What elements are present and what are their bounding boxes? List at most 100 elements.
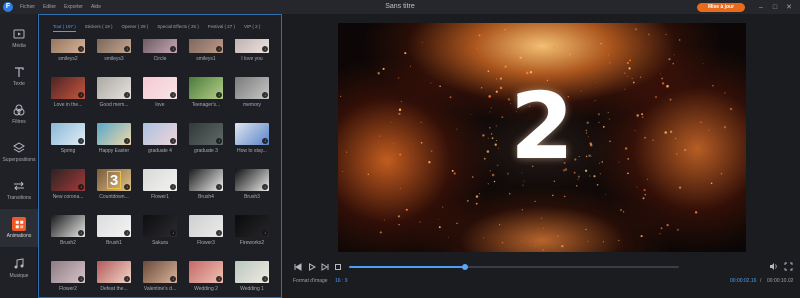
download-icon[interactable]: ↓ [216,276,222,282]
download-icon[interactable]: ↓ [216,138,222,144]
play-button[interactable] [307,262,316,271]
download-icon[interactable]: ↓ [124,46,130,52]
window-controls: – □ ✕ [754,0,796,14]
menu-help[interactable]: Aide [91,4,101,10]
animation-thumbnail[interactable]: ↓ Teenager's... [189,77,223,113]
animation-thumbnail[interactable]: ↓ Good mem... [97,77,131,113]
download-icon[interactable]: ↓ [78,92,84,98]
spark-particle [558,31,560,33]
menu-file[interactable]: Fichier [20,4,35,10]
animation-thumbnail[interactable]: ↓ Brush1 [97,215,131,251]
thumbnail-label: Fireworks2 [239,240,265,246]
animation-thumbnail[interactable]: ↓ smileys1 [189,39,223,67]
animation-thumbnail[interactable]: ↓ Spring [51,123,85,159]
download-icon[interactable]: ↓ [78,46,84,52]
aspect-ratio-select[interactable]: 16 : 9 [335,278,348,284]
animation-thumbnail[interactable]: ↓ Flower1 [143,169,177,205]
sidebar-item-overlays[interactable]: Superpositions [0,133,38,171]
tab-opener[interactable]: Opener ( 29 ) [122,24,149,32]
download-icon[interactable]: ↓ [78,138,84,144]
spark-particle [660,227,663,230]
animation-thumbnail[interactable]: ↓ Wedding 2 [189,261,223,297]
download-icon[interactable]: ↓ [170,138,176,144]
maximize-icon[interactable]: □ [768,4,782,11]
download-icon[interactable]: ↓ [124,92,130,98]
download-icon[interactable]: ↓ [124,138,130,144]
download-icon[interactable]: ↓ [170,92,176,98]
next-frame-button[interactable] [320,262,329,271]
animation-thumbnail[interactable]: ↓ Happy Easter [97,123,131,159]
animation-thumbnail[interactable]: ↓ smileys3 [97,39,131,67]
animation-thumbnail[interactable]: 3 ↓ Countdown... [97,169,131,205]
animation-thumbnail[interactable]: ↓ How to stay... [235,123,269,159]
animation-thumbnail[interactable]: ↓ Sakura [143,215,177,251]
animation-thumbnail[interactable]: ↓ love [143,77,177,113]
spark-particle [644,193,647,196]
download-icon[interactable]: ↓ [262,276,268,282]
animation-thumbnail[interactable]: ↓ Brush2 [51,215,85,251]
spark-particle [557,235,559,237]
animation-thumbnail[interactable]: ↓ Circle [143,39,177,67]
animation-thumbnail[interactable]: ↓ smileys2 [51,39,85,67]
animation-thumbnail[interactable]: ↓ I love you [235,39,269,67]
download-icon[interactable]: ↓ [262,184,268,190]
download-icon[interactable]: ↓ [170,184,176,190]
fullscreen-button[interactable] [784,262,793,271]
download-icon[interactable]: ↓ [124,276,130,282]
video-preview[interactable]: 2 [338,23,746,252]
download-icon[interactable]: ↓ [216,92,222,98]
download-icon[interactable]: ↓ [216,46,222,52]
close-icon[interactable]: ✕ [782,3,796,11]
download-icon[interactable]: ↓ [262,46,268,52]
download-icon[interactable]: ↓ [124,230,130,236]
sidebar-item-music[interactable]: Musique [0,249,38,287]
animation-thumbnail[interactable]: ↓ New corona... [51,169,85,205]
tab-special-effects[interactable]: Special Effects ( 25 ) [157,24,198,32]
tab-all[interactable]: Tout ( 197 ) [53,24,76,32]
stop-button[interactable] [333,262,342,271]
download-icon[interactable]: ↓ [262,138,268,144]
volume-button[interactable] [769,262,778,271]
app-logo-icon: F [3,2,13,12]
spark-particle [666,223,669,227]
animation-thumbnail[interactable]: ↓ Love in the... [51,77,85,113]
animation-thumbnail[interactable]: ↓ Defeat the... [97,261,131,297]
download-icon[interactable]: ↓ [78,230,84,236]
menu-export[interactable]: Exporter [64,4,83,10]
animation-thumbnail[interactable]: ↓ Wedding 1 [235,261,269,297]
download-icon[interactable]: ↓ [78,276,84,282]
animation-thumbnail[interactable]: ↓ Flower3 [189,215,223,251]
spark-particle [628,67,631,70]
sidebar-item-animations[interactable]: Animations [0,209,38,247]
animation-thumbnail[interactable]: ↓ Fireworks2 [235,215,269,251]
timeline-slider[interactable] [349,264,679,270]
tab-vip[interactable]: VIP ( 2 ) [244,24,260,32]
download-icon[interactable]: ↓ [124,184,130,190]
download-icon[interactable]: ↓ [216,230,222,236]
download-icon[interactable]: ↓ [262,92,268,98]
sidebar-item-filters[interactable]: Filtres [0,95,38,133]
sidebar-item-text[interactable]: Texte [0,57,38,95]
animation-thumbnail[interactable]: ↓ Brush3 [235,169,269,205]
menu-edit[interactable]: Editer [43,4,56,10]
download-icon[interactable]: ↓ [170,46,176,52]
tab-festival[interactable]: Festival ( 27 ) [208,24,235,32]
minimize-icon[interactable]: – [754,4,768,11]
download-icon[interactable]: ↓ [78,184,84,190]
download-icon[interactable]: ↓ [262,230,268,236]
previous-frame-button[interactable] [293,262,302,271]
animation-thumbnail[interactable]: ↓ memory [235,77,269,113]
animation-thumbnail[interactable]: ↓ Flower2 [51,261,85,297]
timeline-handle[interactable] [461,264,468,270]
animation-thumbnail[interactable]: ↓ Valentine's d... [143,261,177,297]
sidebar-item-transitions[interactable]: Transitions [0,171,38,209]
upgrade-button[interactable]: Mise à jour [697,3,745,12]
download-icon[interactable]: ↓ [170,230,176,236]
download-icon[interactable]: ↓ [216,184,222,190]
animation-thumbnail[interactable]: ↓ graduate 3 [189,123,223,159]
download-icon[interactable]: ↓ [170,276,176,282]
animation-thumbnail[interactable]: ↓ graduate 4 [143,123,177,159]
tab-stickers[interactable]: Stickers ( 19 ) [85,24,113,32]
animation-thumbnail[interactable]: ↓ Brush4 [189,169,223,205]
sidebar-item-media[interactable]: Média [0,19,38,57]
